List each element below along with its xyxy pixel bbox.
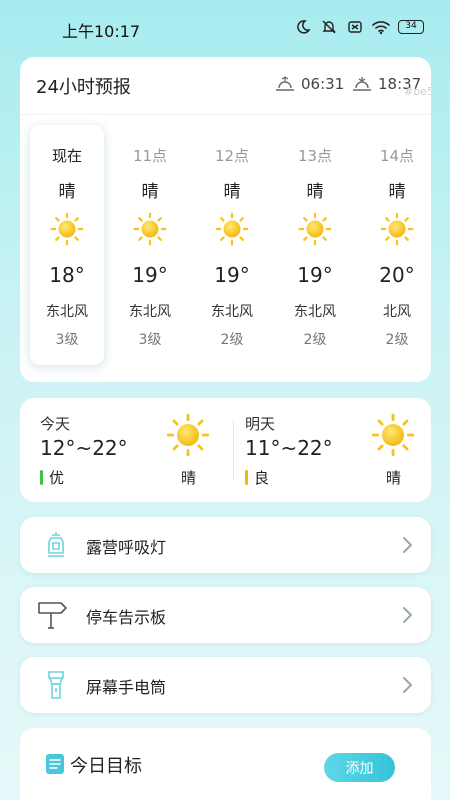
hour-time: 13点 [297,147,333,165]
hour-temp: 18° [49,263,85,287]
aqi-indicator [40,470,43,485]
chevron-right-icon [397,535,417,555]
day-temp-range: 11°~22° [245,436,333,460]
menu-item-screen-flashlight[interactable]: 屏幕手电筒 [20,657,431,713]
hour-time: 12点 [214,147,250,165]
moon-icon [294,18,312,36]
hour-wind-level: 2级 [385,332,409,348]
menu-label: 露营呼吸灯 [86,538,167,557]
sunset-icon [353,77,371,91]
today-forecast[interactable]: 今天 12°~22° 优 晴 [20,398,225,502]
mute-bell-icon [320,18,338,36]
day-condition: 晴 [181,469,197,487]
air-quality: 良 [245,467,269,488]
forecast-title: 24小时预报 [36,77,131,98]
sun-icon [380,212,414,246]
hour-wind: 东北风 [211,304,253,320]
day-temp-range: 12°~22° [40,436,128,460]
hour-wind-level: 3级 [138,332,162,348]
hour-column[interactable]: 14点 晴 20° 北风 2级 [360,125,431,365]
hour-column[interactable]: 12点 晴 19° 东北风 2级 [195,125,269,365]
status-bar: 上午10:17 34 [0,0,450,56]
battery-icon: 34 [398,20,424,34]
today-goals-card: 今日目标 添加 [20,728,431,800]
sunrise-icon [276,76,294,91]
aqi-label: 良 [254,469,270,487]
status-time: 上午10:17 [62,22,141,41]
hour-condition: 晴 [306,182,324,202]
sim-off-icon [346,18,364,36]
tomorrow-forecast[interactable]: 明天 11°~22° 良 晴 [225,398,430,502]
chevron-right-icon [397,675,417,695]
aqi-indicator [245,470,248,485]
signpost-icon [38,602,67,629]
hour-time: 14点 [379,147,415,165]
hour-wind: 东北风 [294,304,336,320]
hour-column[interactable]: 13点 晴 19° 东北风 2级 [278,125,352,365]
air-quality: 优 [40,467,64,488]
wifi-icon [372,18,390,36]
hour-wind-level: 3级 [55,332,79,348]
day-label: 今天 [40,415,71,433]
goals-title: 今日目标 [70,756,142,777]
menu-item-parking-sign[interactable]: 停车告示板 [20,587,431,643]
sunrise-time: 06:31 [301,75,345,93]
status-icons: 34 [294,18,424,36]
hour-column[interactable]: 11点 晴 19° 东北风 3级 [113,125,187,365]
sun-icon [371,413,415,457]
hour-time: 11点 [132,147,168,165]
sun-icon [133,212,167,246]
chevron-right-icon [397,605,417,625]
menu-label: 停车告示板 [86,608,167,627]
hour-condition: 晴 [223,182,241,202]
menu-label: 屏幕手电筒 [86,678,167,697]
hour-condition: 晴 [388,182,406,202]
watermark: #be53 [404,85,431,98]
hour-condition: 晴 [141,182,159,202]
forecast-24h-card: 24小时预报 06:31 18:37 #be53 现在 晴 18° 东北风 3级… [20,57,431,382]
hour-temp: 20° [379,263,415,287]
sun-icon [298,212,332,246]
sun-icon [50,212,84,246]
hour-temp: 19° [132,263,168,287]
daily-forecast-card: 今天 12°~22° 优 晴 明天 11°~22° 良 晴 [20,398,431,502]
hour-wind: 东北风 [46,304,88,320]
hour-temp: 19° [214,263,250,287]
aqi-label: 优 [49,469,65,487]
sun-icon [215,212,249,246]
hour-condition: 晴 [58,182,76,202]
hour-wind-level: 2级 [220,332,244,348]
flashlight-icon [48,671,64,699]
hour-wind: 东北风 [129,304,171,320]
hour-temp: 19° [297,263,333,287]
hour-wind: 北风 [383,304,411,320]
lantern-icon [48,532,64,557]
add-goal-button[interactable]: 添加 [324,753,395,782]
sunrise: 06:31 [275,75,344,93]
document-icon [46,754,64,774]
day-condition: 晴 [386,469,402,487]
sun-icon [166,413,210,457]
menu-item-camping-lamp[interactable]: 露营呼吸灯 [20,517,431,573]
hour-wind-level: 2级 [303,332,327,348]
day-label: 明天 [245,415,276,433]
divider [20,114,431,115]
hour-column-now[interactable]: 现在 晴 18° 东北风 3级 [30,125,104,365]
hour-time: 现在 [51,147,82,165]
